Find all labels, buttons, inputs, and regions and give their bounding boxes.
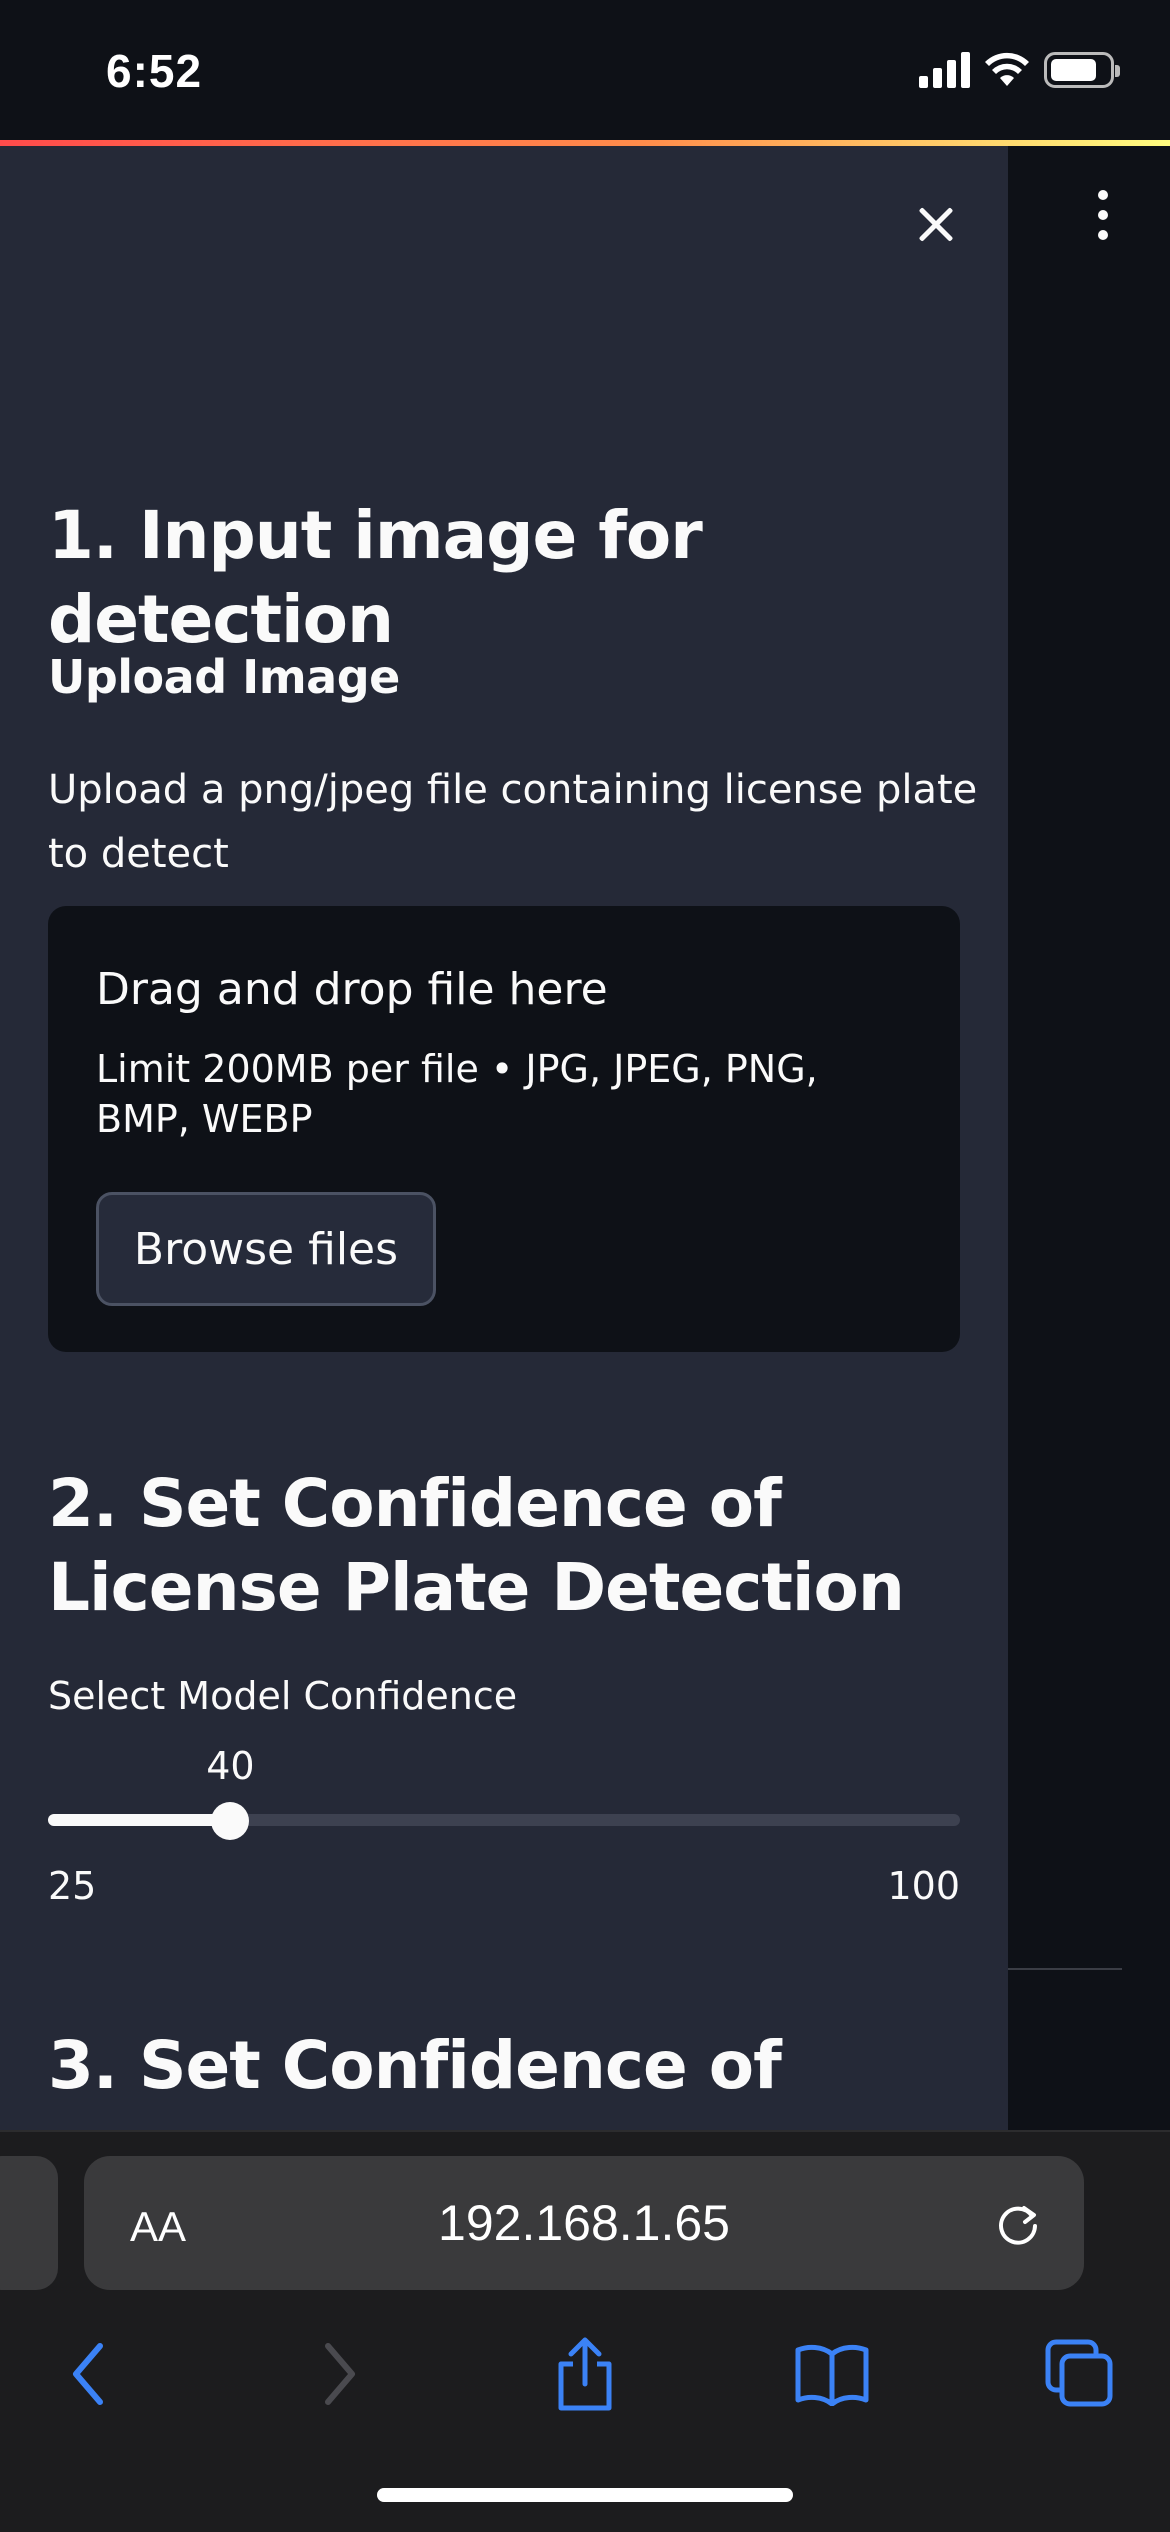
cellular-signal-icon: [919, 52, 970, 88]
divider: [1008, 1968, 1122, 1970]
slider-label: Select Model Confidence: [48, 1674, 518, 1718]
slider-fill: [48, 1814, 231, 1826]
close-icon[interactable]: [908, 196, 964, 252]
slider-max-label: 100: [887, 1864, 960, 1908]
wifi-icon: [985, 52, 1029, 86]
file-dropzone[interactable]: Drag and drop file here Limit 200MB per …: [48, 906, 960, 1352]
reload-icon[interactable]: [992, 2198, 1044, 2250]
address-bar[interactable]: AA 192.168.1.65: [84, 2156, 1084, 2290]
status-time: 6:52: [106, 45, 203, 97]
bookmarks-icon[interactable]: [792, 2334, 872, 2414]
previous-tab-peek[interactable]: [0, 2156, 58, 2290]
slider-thumb[interactable]: [211, 1802, 250, 1840]
browser-toolbar: [0, 2304, 1170, 2434]
main-content-area: [1008, 146, 1170, 2130]
forward-icon[interactable]: [300, 2334, 380, 2414]
section-3-title: 3. Set Confidence of: [48, 2027, 782, 2104]
url-text[interactable]: 192.168.1.65: [84, 2194, 1084, 2252]
dropzone-title: Drag and drop file here: [96, 964, 608, 1015]
kebab-menu-icon[interactable]: [1090, 190, 1116, 240]
section-1-title: 1. Input image for detection: [48, 497, 703, 658]
browse-files-button[interactable]: Browse files: [96, 1192, 436, 1306]
home-indicator[interactable]: [377, 2488, 793, 2502]
dropzone-limit-text: Limit 200MB per file • JPG, JPEG, PNG, B…: [96, 1047, 818, 1141]
confidence-slider-track[interactable]: [48, 1802, 960, 1840]
slider-min-label: 25: [48, 1864, 97, 1908]
upload-heading: Upload Image: [48, 650, 400, 704]
status-icons: [919, 52, 1120, 88]
browser-bottom-bar: AA 192.168.1.65: [0, 2130, 1170, 2532]
status-bar: 6:52: [0, 0, 1170, 142]
section-2-title: 2. Set Confidence of License Plate Detec…: [48, 1465, 905, 1626]
slider-current-value: 40: [206, 1744, 255, 1788]
battery-icon: [1044, 52, 1120, 88]
tabs-icon[interactable]: [1040, 2334, 1120, 2414]
back-icon[interactable]: [48, 2334, 128, 2414]
upload-description: Upload a png/jpeg file containing licens…: [48, 767, 978, 877]
sidebar: 1. Input image for detection Upload Imag…: [0, 146, 1008, 2130]
share-icon[interactable]: [545, 2334, 625, 2414]
